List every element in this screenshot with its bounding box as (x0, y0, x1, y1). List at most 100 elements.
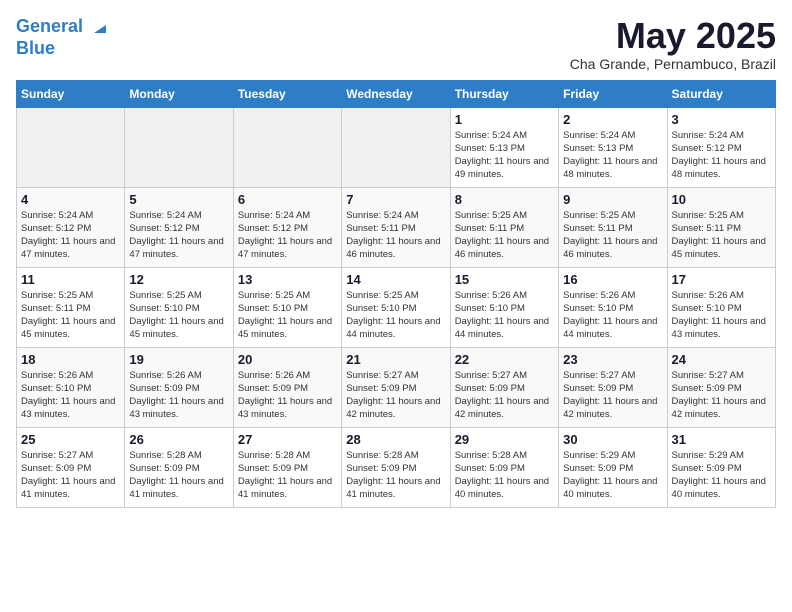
day-number: 4 (21, 192, 120, 207)
day-info: Sunrise: 5:27 AMSunset: 5:09 PMDaylight:… (672, 369, 771, 422)
day-info: Sunrise: 5:25 AMSunset: 5:11 PMDaylight:… (672, 209, 771, 262)
calendar-cell: 25 Sunrise: 5:27 AMSunset: 5:09 PMDayligh… (17, 427, 125, 507)
calendar-cell: 30 Sunrise: 5:29 AMSunset: 5:09 PMDayligh… (559, 427, 667, 507)
weekday-header-wednesday: Wednesday (342, 80, 450, 107)
day-number: 21 (346, 352, 445, 367)
calendar-cell (233, 107, 341, 187)
day-info: Sunrise: 5:25 AMSunset: 5:11 PMDaylight:… (563, 209, 662, 262)
title-block: May 2025 Cha Grande, Pernambuco, Brazil (570, 16, 776, 72)
day-number: 30 (563, 432, 662, 447)
calendar-cell: 29 Sunrise: 5:28 AMSunset: 5:09 PMDayligh… (450, 427, 558, 507)
calendar-body: 1Sunrise: 5:24 AMSunset: 5:13 PMDaylight… (17, 107, 776, 507)
day-info: Sunrise: 5:24 AMSunset: 5:13 PMDaylight:… (455, 129, 554, 182)
calendar-cell: 26 Sunrise: 5:28 AMSunset: 5:09 PMDayligh… (125, 427, 233, 507)
day-number: 8 (455, 192, 554, 207)
day-number: 31 (672, 432, 771, 447)
day-info: Sunrise: 5:27 AMSunset: 5:09 PMDaylight:… (346, 369, 445, 422)
day-number: 25 (21, 432, 120, 447)
month-title: May 2025 (570, 16, 776, 56)
calendar-cell: 22 Sunrise: 5:27 AMSunset: 5:09 PMDayligh… (450, 347, 558, 427)
calendar-cell (342, 107, 450, 187)
calendar-cell: 23 Sunrise: 5:27 AMSunset: 5:09 PMDayligh… (559, 347, 667, 427)
day-number: 2 (563, 112, 662, 127)
weekday-header-monday: Monday (125, 80, 233, 107)
day-info: Sunrise: 5:25 AMSunset: 5:10 PMDaylight:… (346, 289, 445, 342)
weekday-header-thursday: Thursday (450, 80, 558, 107)
day-number: 24 (672, 352, 771, 367)
day-number: 7 (346, 192, 445, 207)
day-info: Sunrise: 5:27 AMSunset: 5:09 PMDaylight:… (455, 369, 554, 422)
calendar-cell: 18 Sunrise: 5:26 AMSunset: 5:10 PMDayligh… (17, 347, 125, 427)
day-number: 22 (455, 352, 554, 367)
day-number: 29 (455, 432, 554, 447)
day-info: Sunrise: 5:24 AMSunset: 5:12 PMDaylight:… (238, 209, 337, 262)
day-info: Sunrise: 5:28 AMSunset: 5:09 PMDaylight:… (455, 449, 554, 502)
calendar-cell: 7 Sunrise: 5:24 AMSunset: 5:11 PMDaylight… (342, 187, 450, 267)
calendar-cell: 24 Sunrise: 5:27 AMSunset: 5:09 PMDayligh… (667, 347, 775, 427)
calendar-cell: 31Sunrise: 5:29 AMSunset: 5:09 PMDayligh… (667, 427, 775, 507)
day-number: 26 (129, 432, 228, 447)
day-info: Sunrise: 5:28 AMSunset: 5:09 PMDaylight:… (346, 449, 445, 502)
calendar-cell (125, 107, 233, 187)
calendar-cell: 27Sunrise: 5:28 AMSunset: 5:09 PMDayligh… (233, 427, 341, 507)
day-number: 23 (563, 352, 662, 367)
calendar-cell: 10 Sunrise: 5:25 AMSunset: 5:11 PMDayligh… (667, 187, 775, 267)
calendar-cell: 8Sunrise: 5:25 AMSunset: 5:11 PMDaylight… (450, 187, 558, 267)
day-number: 13 (238, 272, 337, 287)
location: Cha Grande, Pernambuco, Brazil (570, 56, 776, 72)
logo-blue: Blue (16, 38, 110, 60)
calendar-cell: 20Sunrise: 5:26 AMSunset: 5:09 PMDayligh… (233, 347, 341, 427)
weekday-header-tuesday: Tuesday (233, 80, 341, 107)
calendar-cell: 28Sunrise: 5:28 AMSunset: 5:09 PMDayligh… (342, 427, 450, 507)
day-info: Sunrise: 5:24 AMSunset: 5:11 PMDaylight:… (346, 209, 445, 262)
day-number: 15 (455, 272, 554, 287)
day-number: 11 (21, 272, 120, 287)
day-info: Sunrise: 5:28 AMSunset: 5:09 PMDaylight:… (238, 449, 337, 502)
calendar-cell: 14 Sunrise: 5:25 AMSunset: 5:10 PMDayligh… (342, 267, 450, 347)
calendar-cell: 9Sunrise: 5:25 AMSunset: 5:11 PMDaylight… (559, 187, 667, 267)
calendar-table: SundayMondayTuesdayWednesdayThursdayFrid… (16, 80, 776, 508)
calendar-cell: 15 Sunrise: 5:26 AMSunset: 5:10 PMDayligh… (450, 267, 558, 347)
day-info: Sunrise: 5:27 AMSunset: 5:09 PMDaylight:… (563, 369, 662, 422)
day-number: 10 (672, 192, 771, 207)
calendar-week-5: 25 Sunrise: 5:27 AMSunset: 5:09 PMDayligh… (17, 427, 776, 507)
logo: General Blue (16, 16, 110, 59)
calendar-cell: 12Sunrise: 5:25 AMSunset: 5:10 PMDayligh… (125, 267, 233, 347)
day-info: Sunrise: 5:24 AMSunset: 5:12 PMDaylight:… (672, 129, 771, 182)
calendar-cell: 11 Sunrise: 5:25 AMSunset: 5:11 PMDayligh… (17, 267, 125, 347)
day-info: Sunrise: 5:28 AMSunset: 5:09 PMDaylight:… (129, 449, 228, 502)
day-info: Sunrise: 5:25 AMSunset: 5:11 PMDaylight:… (21, 289, 120, 342)
day-info: Sunrise: 5:26 AMSunset: 5:10 PMDaylight:… (455, 289, 554, 342)
calendar-cell: 5 Sunrise: 5:24 AMSunset: 5:12 PMDaylight… (125, 187, 233, 267)
calendar-cell: 13 Sunrise: 5:25 AMSunset: 5:10 PMDayligh… (233, 267, 341, 347)
weekday-header-row: SundayMondayTuesdayWednesdayThursdayFrid… (17, 80, 776, 107)
weekday-header-sunday: Sunday (17, 80, 125, 107)
day-number: 6 (238, 192, 337, 207)
day-info: Sunrise: 5:24 AMSunset: 5:12 PMDaylight:… (21, 209, 120, 262)
day-info: Sunrise: 5:25 AMSunset: 5:10 PMDaylight:… (238, 289, 337, 342)
day-info: Sunrise: 5:27 AMSunset: 5:09 PMDaylight:… (21, 449, 120, 502)
day-number: 5 (129, 192, 228, 207)
day-info: Sunrise: 5:26 AMSunset: 5:09 PMDaylight:… (238, 369, 337, 422)
day-info: Sunrise: 5:29 AMSunset: 5:09 PMDaylight:… (563, 449, 662, 502)
day-info: Sunrise: 5:26 AMSunset: 5:10 PMDaylight:… (672, 289, 771, 342)
day-info: Sunrise: 5:26 AMSunset: 5:09 PMDaylight:… (129, 369, 228, 422)
logo-text: General (16, 16, 110, 38)
day-info: Sunrise: 5:24 AMSunset: 5:12 PMDaylight:… (129, 209, 228, 262)
day-number: 14 (346, 272, 445, 287)
calendar-cell: 16Sunrise: 5:26 AMSunset: 5:10 PMDayligh… (559, 267, 667, 347)
calendar-cell (17, 107, 125, 187)
day-number: 18 (21, 352, 120, 367)
calendar-week-3: 11 Sunrise: 5:25 AMSunset: 5:11 PMDayligh… (17, 267, 776, 347)
calendar-cell: 1Sunrise: 5:24 AMSunset: 5:13 PMDaylight… (450, 107, 558, 187)
day-number: 12 (129, 272, 228, 287)
weekday-header-saturday: Saturday (667, 80, 775, 107)
calendar-cell: 21 Sunrise: 5:27 AMSunset: 5:09 PMDayligh… (342, 347, 450, 427)
calendar-week-1: 1Sunrise: 5:24 AMSunset: 5:13 PMDaylight… (17, 107, 776, 187)
day-info: Sunrise: 5:26 AMSunset: 5:10 PMDaylight:… (21, 369, 120, 422)
calendar-cell: 2Sunrise: 5:24 AMSunset: 5:13 PMDaylight… (559, 107, 667, 187)
calendar-week-2: 4 Sunrise: 5:24 AMSunset: 5:12 PMDaylight… (17, 187, 776, 267)
day-number: 17 (672, 272, 771, 287)
day-number: 19 (129, 352, 228, 367)
calendar-cell: 4 Sunrise: 5:24 AMSunset: 5:12 PMDaylight… (17, 187, 125, 267)
